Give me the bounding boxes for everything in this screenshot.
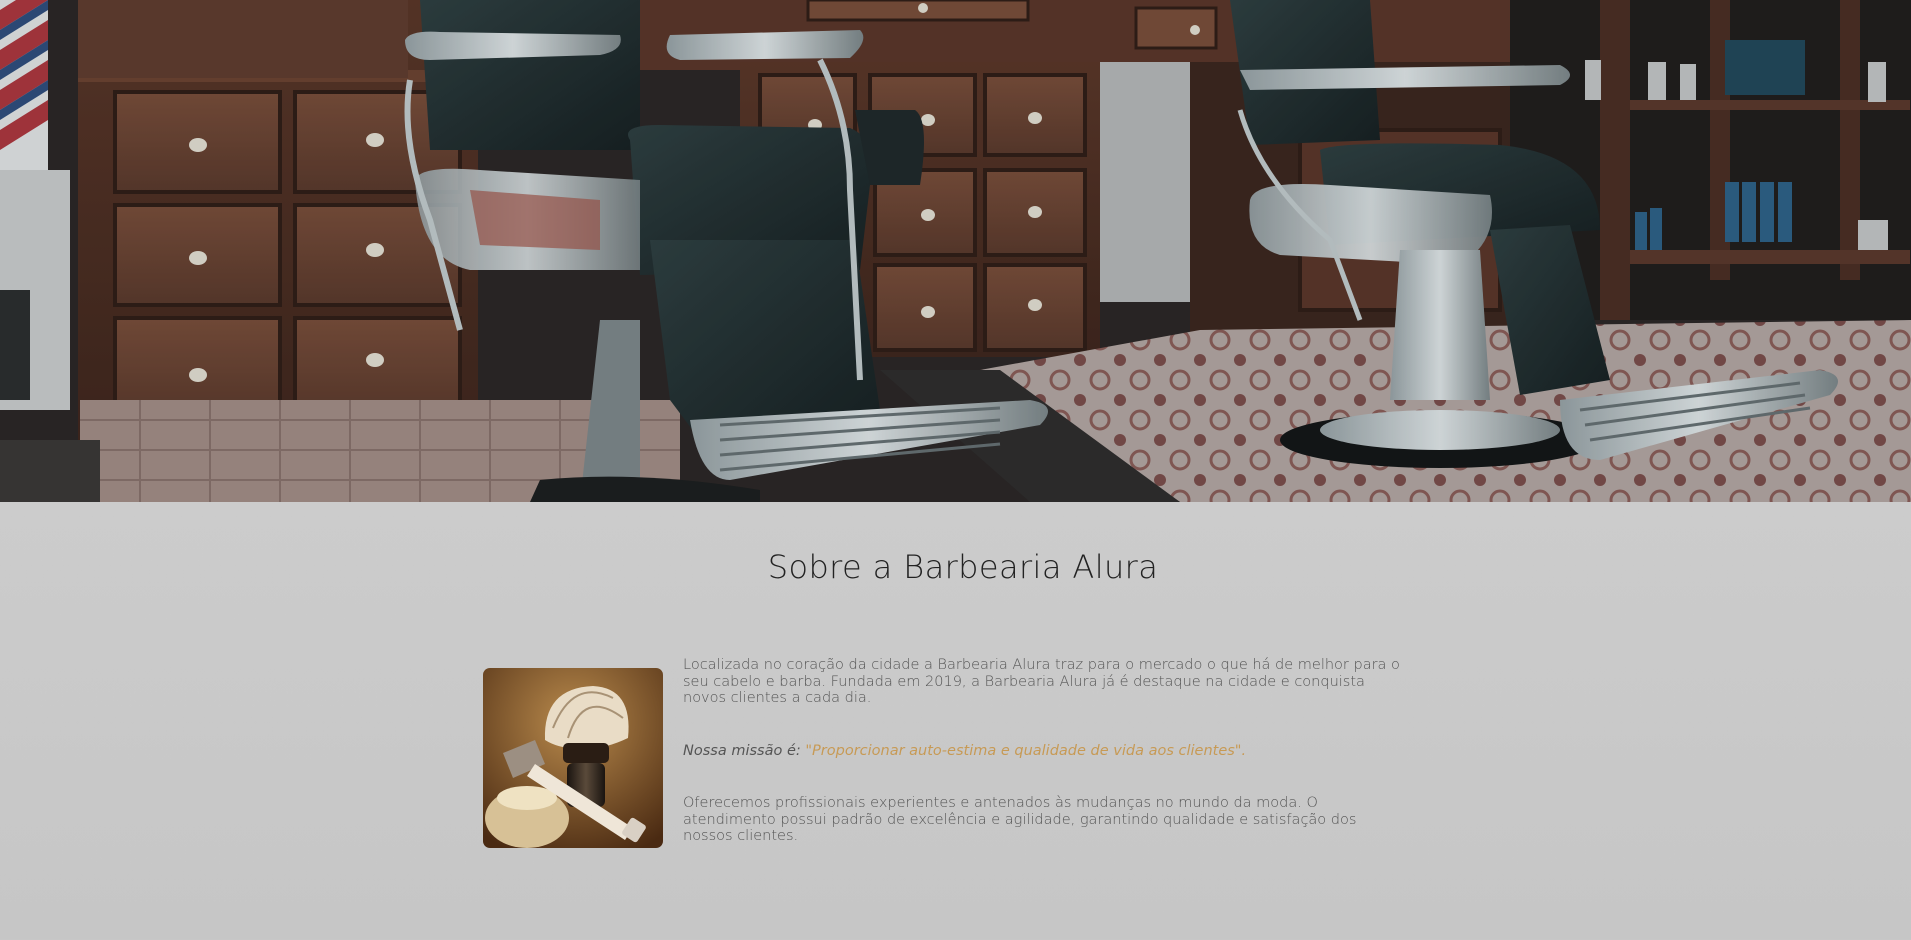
about-paragraph-services: Oferecemos profissionais experientes e a… <box>683 795 1357 844</box>
about-mission: Nossa missão é: "Proporcionar auto-estim… <box>683 743 1403 760</box>
about-description: Localizada no coração da cidade a Barbea… <box>683 657 1403 845</box>
about-section: Sobre a Barbearia Alura Localizada no co… <box>0 502 1911 940</box>
mission-quote: "Proporcionar auto-estima e qualidade de… <box>805 742 1247 759</box>
about-title: Sobre a Barbearia Alura <box>767 548 1159 586</box>
mission-label: Nossa missão é: <box>683 742 806 759</box>
about-paragraph-intro: Localizada no coração da cidade a Barbea… <box>683 657 1400 706</box>
about-photo <box>483 668 663 848</box>
hero-banner-image <box>0 0 1911 502</box>
